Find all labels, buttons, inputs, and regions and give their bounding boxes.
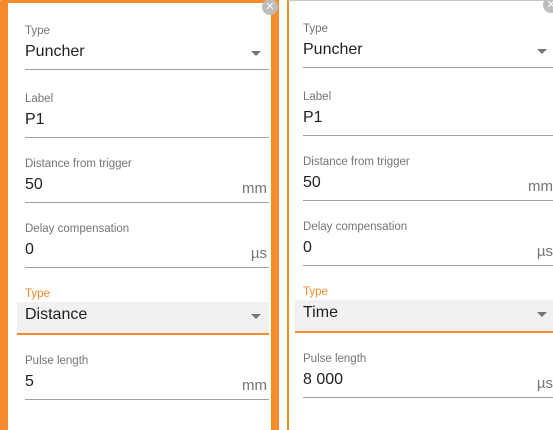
underline [25, 267, 269, 268]
underline [25, 202, 269, 203]
underline [303, 135, 553, 136]
pulse-length-value: 8 000 [303, 371, 344, 388]
delay-label: Delay compensation [25, 223, 130, 235]
label-field[interactable]: Label P1 [303, 91, 553, 149]
type-label: Type [25, 25, 50, 37]
chevron-down-icon[interactable] [251, 314, 261, 319]
focus-underline [17, 333, 269, 335]
close-icon[interactable]: ✕ [543, 0, 553, 13]
label-label: Label [25, 93, 54, 105]
puncher-config-panel-2: ✕ Type Puncher Label P1 Distance from tr… [287, 0, 553, 430]
delay-label: Delay compensation [303, 221, 408, 233]
puncher-config-panel-1: ✕ Type Puncher Label P1 Distance from tr… [0, 0, 279, 430]
distance-label: Distance from trigger [303, 156, 410, 168]
delay-unit: µs [536, 243, 553, 260]
chevron-down-icon[interactable] [537, 49, 547, 54]
pulse-length-field[interactable]: Pulse length 8 000 µs [303, 353, 553, 411]
close-icon[interactable]: ✕ [262, 0, 278, 15]
underline [25, 69, 269, 70]
underline [303, 397, 553, 398]
type-select[interactable]: Type Puncher [303, 23, 553, 81]
label-label: Label [303, 91, 332, 103]
focus-underline [295, 331, 553, 333]
pulse-length-value: 5 [25, 373, 34, 390]
distance-label: Distance from trigger [25, 158, 132, 170]
pulse-length-label: Pulse length [303, 353, 367, 365]
delay-compensation-field[interactable]: Delay compensation 0 µs [25, 223, 269, 281]
delay-compensation-field[interactable]: Delay compensation 0 µs [303, 221, 553, 279]
pulse-length-label: Pulse length [25, 355, 89, 367]
chevron-down-icon[interactable] [251, 51, 261, 56]
underline [303, 200, 553, 201]
type-value: Puncher [25, 43, 85, 60]
underline [303, 265, 553, 266]
distance-unit: mm [242, 180, 267, 197]
delay-value: 0 [303, 239, 312, 256]
distance-unit: mm [528, 178, 553, 195]
delay-value: 0 [25, 241, 34, 258]
underline [25, 137, 269, 138]
pulse-type-value: Time [303, 304, 338, 321]
chevron-down-icon[interactable] [537, 312, 547, 317]
type-select[interactable]: Type Puncher [25, 25, 269, 83]
pulse-length-field[interactable]: Pulse length 5 mm [25, 355, 269, 413]
type-label: Type [303, 23, 328, 35]
pulse-type-label: Type [25, 288, 50, 300]
pulse-type-value: Distance [25, 306, 88, 323]
delay-unit: µs [250, 245, 267, 262]
underline [25, 399, 269, 400]
underline [303, 67, 553, 68]
type-value: Puncher [303, 41, 363, 58]
distance-from-trigger-field[interactable]: Distance from trigger 50 mm [303, 156, 553, 214]
distance-value: 50 [303, 174, 321, 191]
pulse-type-label: Type [303, 286, 328, 298]
pulse-type-select[interactable]: Type Time [295, 286, 553, 344]
distance-from-trigger-field[interactable]: Distance from trigger 50 mm [25, 158, 269, 216]
label-field[interactable]: Label P1 [25, 93, 269, 151]
pulse-length-unit: µs [536, 375, 553, 392]
pulse-type-select[interactable]: Type Distance [17, 288, 269, 346]
pulse-length-unit: mm [242, 377, 267, 394]
label-value: P1 [25, 111, 45, 128]
label-value: P1 [303, 109, 323, 126]
distance-value: 50 [25, 176, 43, 193]
